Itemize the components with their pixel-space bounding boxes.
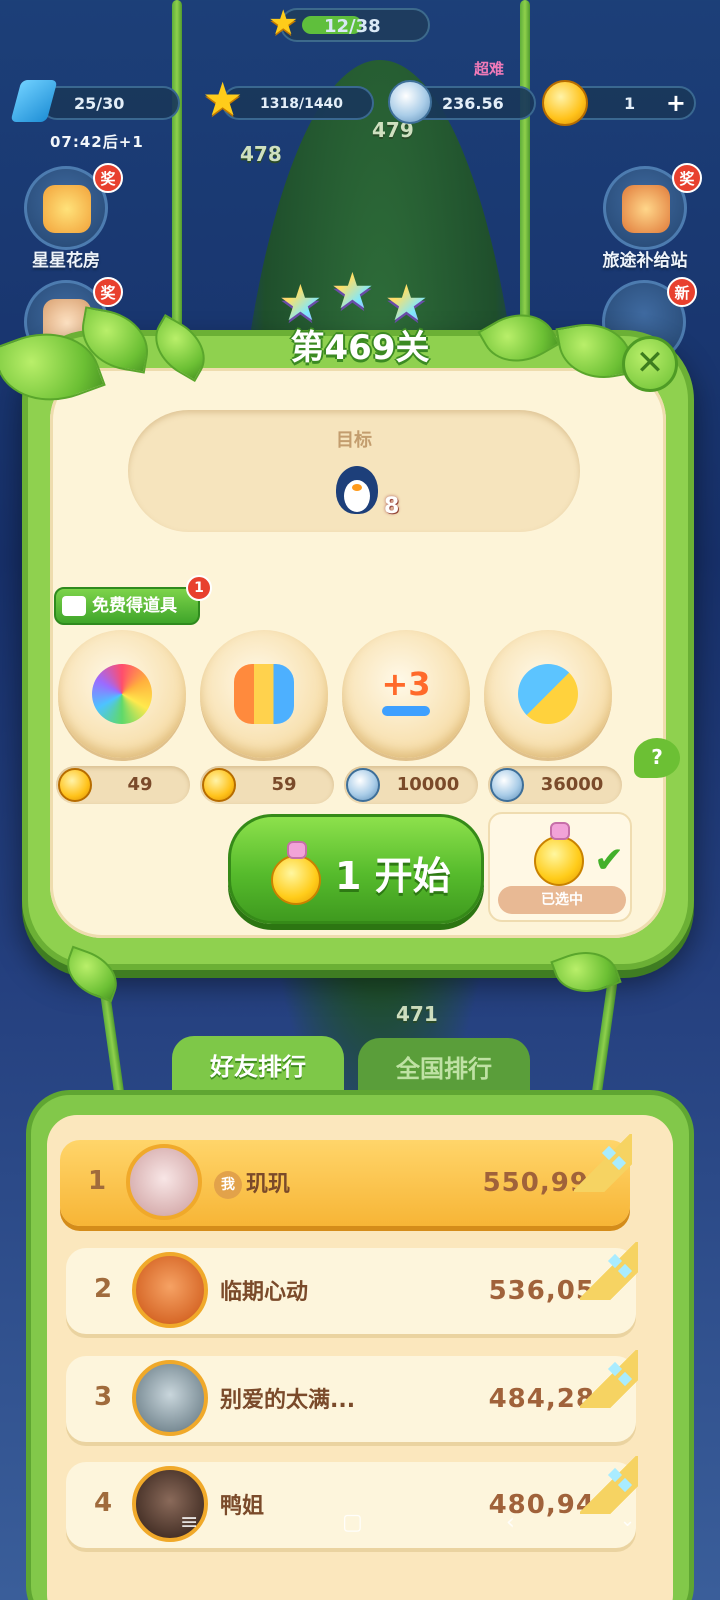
rank-number: 2 [93,1274,113,1304]
travel-supply-button[interactable]: 奖 旅途补给站 [590,163,702,271]
stars-progress-text: 12/38 [324,16,381,37]
star-points-icon: ★ [202,72,244,126]
start-level-button[interactable]: 1 开始 [228,814,484,924]
vine-decoration [172,0,182,330]
new-badge: 新 [667,277,697,307]
ranking-row[interactable]: 2 临期心动 536,055 [66,1242,638,1334]
gold-coin-icon [202,768,236,802]
player-name: 我玑玑 [214,1166,290,1199]
silver-coin-value: 236.56 [442,94,504,113]
system-navigation-bar: ≡ ▢ ‹ ⌄ [0,1510,720,1544]
start-label: 1 开始 [335,854,451,898]
booster-swap-animals[interactable] [484,630,612,758]
avatar [132,1360,208,1436]
gold-coin-icon [542,80,588,126]
tab-friends-ranking[interactable]: 好友排行 [172,1036,344,1096]
reward-badge: 奖 [93,277,123,307]
rainbow-owl-icon [92,664,152,724]
tab-national-ranking[interactable]: 全国排行 [358,1038,530,1098]
back-nav-icon[interactable]: ‹ [506,1510,515,1535]
flower-house-icon [43,185,91,233]
star-points-value: 1318/1440 [260,96,344,112]
video-icon [62,596,86,616]
map-level-number[interactable]: 471 [396,1002,438,1026]
star-ribbon-icon [580,1242,638,1300]
star-flower-house-button[interactable]: 奖 星星花房 [20,163,123,271]
close-button[interactable]: ✕ [622,336,678,392]
difficulty-tag: 超难 [474,60,505,78]
stars-progress-bar: 12/38 [280,8,430,42]
goal-count: 8 [384,494,400,519]
free-props-label: 免费得道具 [92,596,177,616]
avatar [126,1144,202,1220]
help-button[interactable]: ? [634,738,680,778]
swap-animals-icon [518,664,578,724]
rocket-bundle-icon [234,664,294,724]
energy-counter[interactable]: 25/30 [40,86,180,120]
vine-decoration [520,0,530,330]
booster-rockets[interactable] [200,630,328,758]
silver-coin-icon [490,768,524,802]
gold-coin-icon [58,768,92,802]
booster-price-value: 10000 [396,774,460,795]
silver-coin-icon [388,80,432,124]
energy-flask-icon [530,822,588,886]
booster-price: 49 [56,766,190,804]
rainbow-star-icon: ★ [330,262,375,320]
map-level-number[interactable]: 478 [240,142,282,166]
rank-number: 1 [87,1166,107,1196]
player-name: 别爱的太满... [220,1388,356,1413]
booster-price: 59 [200,766,334,804]
star-points-counter[interactable]: 1318/1440 [222,86,374,120]
silver-coin-icon [346,768,380,802]
me-tag: 我 [214,1171,242,1199]
ranking-row[interactable]: 1 我玑玑 550,990 [60,1134,632,1226]
home-nav-icon[interactable]: ▢ [342,1510,363,1535]
plus-3-moves-icon: +3 [376,664,436,724]
player-name: 临期心动 [220,1280,309,1305]
star-icon: ★ [268,3,299,43]
gold-coin-value: 1 [624,94,636,113]
supply-box-icon [622,185,670,233]
selected-flask-card[interactable]: ✔ 已选中 [488,812,632,922]
reward-badge: 奖 [93,163,123,193]
energy-value: 25/30 [74,94,125,113]
booster-price: 36000 [488,766,622,804]
star-ribbon-icon [580,1456,638,1514]
avatar [132,1252,208,1328]
reward-badge: 奖 [672,163,702,193]
rank-number: 3 [93,1382,113,1412]
booster-price-value: 59 [271,774,297,795]
menu-nav-icon[interactable]: ≡ [180,1510,198,1535]
booster-rainbow-owl[interactable] [58,630,186,758]
notification-badge: 1 [186,575,212,601]
booster-price-value: 36000 [540,774,604,795]
checkmark-icon: ✔ [594,840,625,881]
collapse-nav-icon[interactable]: ⌄ [620,1510,635,1531]
energy-flask-icon [267,841,325,905]
booster-price-value: 49 [127,774,153,795]
booster-plus-3-moves[interactable]: +3 [342,630,470,758]
star-ribbon-icon [574,1134,632,1192]
add-gold-icon[interactable]: + [666,89,686,117]
goal-label: 目标 [336,430,372,451]
energy-timer: 07:42后+1 [50,133,144,151]
level-stars-rating: ★ ★ ★ [278,262,438,328]
booster-price: 10000 [344,766,478,804]
close-icon: ✕ [635,343,665,383]
selected-label: 已选中 [498,886,626,914]
free-props-button[interactable]: 免费得道具 1 [54,575,212,625]
star-ribbon-icon [580,1350,638,1408]
penguin-icon [330,462,382,518]
level-title: 第469关 [290,328,430,368]
ranking-row[interactable]: 3 别爱的太满... 484,285 [66,1350,638,1442]
